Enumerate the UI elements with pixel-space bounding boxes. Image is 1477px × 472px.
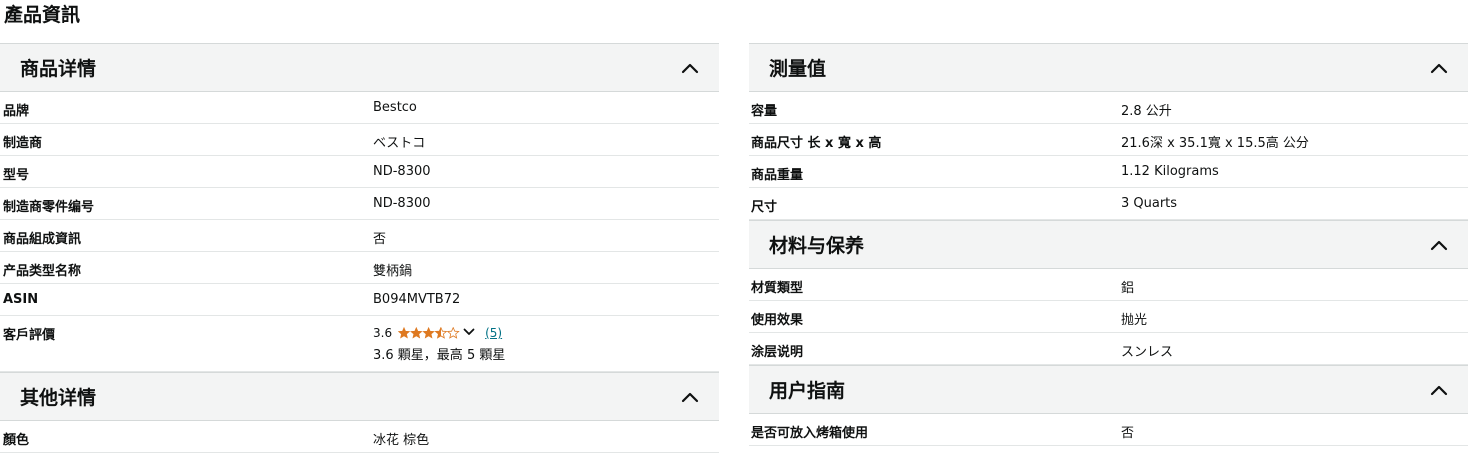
- row-label: ASIN: [3, 292, 39, 307]
- table-row: 制造商 ベストコ: [0, 124, 719, 156]
- table-row: 产品类型名称 雙柄鍋: [0, 252, 719, 284]
- table-row: 商品尺寸 长 x 寬 x 高 21.6深 x 35.1寬 x 15.5高 公分: [749, 124, 1468, 156]
- row-value: 1.12 Kilograms: [1121, 164, 1219, 179]
- product-details-section: 商品详情 品牌 Bestco 制造商 ベストコ 型号 ND-8300 制造商零件…: [0, 43, 719, 372]
- rating-value-cell: 3.6 (5) 3.6 顆星，最高 5 顆星: [372, 316, 505, 371]
- right-column: 測量值 容量 2.8 公升 商品尺寸 长 x 寬 x 高 21.6深 x 35.…: [749, 43, 1468, 446]
- materials-section: 材料与保养 材質類型 鋁 使用效果 抛光 涂层说明 スンレス: [749, 220, 1468, 365]
- rating-subtext: 3.6 顆星，最高 5 顆星: [373, 348, 506, 363]
- row-label: 品牌: [3, 104, 30, 119]
- rating-row: 客戶評價 3.6 (5) 3.6 顆星，最高 5 顆星: [0, 316, 719, 372]
- row-label: 商品重量: [751, 168, 804, 183]
- row-value: 雙柄鍋: [373, 264, 413, 279]
- row-value: ベストコ: [373, 136, 426, 151]
- measurements-header[interactable]: 測量值: [749, 44, 1468, 92]
- section-title: 材料与保养: [769, 235, 865, 257]
- row-value: B094MVTB72: [373, 292, 461, 307]
- rating-number: 3.6: [373, 326, 393, 340]
- table-row: 涂层说明 スンレス: [749, 333, 1468, 365]
- row-label: 型号: [3, 168, 30, 183]
- row-value: スンレス: [1121, 345, 1174, 360]
- materials-header[interactable]: 材料与保养: [749, 221, 1468, 269]
- chevron-up-icon: [1429, 235, 1449, 255]
- row-value: ND-8300: [373, 164, 431, 179]
- row-label: 容量: [751, 104, 778, 119]
- chevron-up-icon: [1429, 380, 1449, 400]
- row-value: 鋁: [1121, 281, 1135, 296]
- table-row: 使用效果 抛光: [749, 301, 1468, 333]
- row-label: 商品尺寸 长 x 寬 x 高: [751, 136, 882, 151]
- table-row: ASIN B094MVTB72: [0, 284, 719, 316]
- row-value: 否: [1121, 426, 1135, 441]
- row-label: 尺寸: [751, 200, 778, 215]
- table-row: 顏色 冰花 棕色: [0, 421, 719, 453]
- row-label: 是否可放入烤箱使用: [751, 426, 869, 441]
- row-label: 商品組成資訊: [3, 232, 82, 247]
- row-label: 制造商零件编号: [3, 200, 95, 215]
- row-label: 制造商: [3, 136, 43, 151]
- row-value: 21.6深 x 35.1寬 x 15.5高 公分: [1121, 136, 1309, 151]
- section-title: 商品详情: [20, 58, 97, 80]
- row-value: 抛光: [1121, 313, 1148, 328]
- row-value: ND-8300: [373, 196, 431, 211]
- table-row: 制造商零件编号 ND-8300: [0, 188, 719, 220]
- row-value: 否: [373, 232, 387, 247]
- rating-line: 3.6 (5): [373, 326, 505, 340]
- row-label: 客戶評價: [3, 328, 56, 343]
- table-row: 材質類型 鋁: [749, 269, 1468, 301]
- row-value: 3 Quarts: [1121, 196, 1178, 211]
- chevron-up-icon: [680, 58, 700, 78]
- row-label: 材質類型: [751, 281, 804, 296]
- left-column: 商品详情 品牌 Bestco 制造商 ベストコ 型号 ND-8300 制造商零件…: [0, 43, 719, 453]
- product-details-header[interactable]: 商品详情: [0, 44, 719, 92]
- table-row: 品牌 Bestco: [0, 92, 719, 124]
- table-row: 型号 ND-8300: [0, 156, 719, 188]
- other-details-header[interactable]: 其他详情: [0, 373, 719, 421]
- row-label: 涂层说明: [751, 345, 804, 360]
- row-label: 产品类型名称: [3, 264, 82, 279]
- table-row: 尺寸 3 Quarts: [749, 188, 1468, 220]
- page-title: 產品資訊: [4, 4, 81, 26]
- table-row: 商品組成資訊 否: [0, 220, 719, 252]
- row-value: 2.8 公升: [1121, 104, 1172, 119]
- row-value: 冰花 棕色: [373, 433, 430, 448]
- chevron-up-icon: [1429, 58, 1449, 78]
- section-title: 測量值: [769, 58, 827, 80]
- table-row: 容量 2.8 公升: [749, 92, 1468, 124]
- stars-icon: [398, 327, 460, 339]
- star-rating[interactable]: [398, 327, 460, 339]
- row-label: 使用效果: [751, 313, 804, 328]
- section-title: 其他详情: [20, 387, 97, 409]
- section-title: 用户指南: [769, 380, 846, 402]
- row-value: Bestco: [373, 100, 417, 115]
- other-details-section: 其他详情 顏色 冰花 棕色: [0, 372, 719, 453]
- chevron-down-icon[interactable]: [463, 326, 475, 340]
- row-label: 顏色: [3, 433, 30, 448]
- measurements-section: 測量值 容量 2.8 公升 商品尺寸 长 x 寬 x 高 21.6深 x 35.…: [749, 43, 1468, 220]
- user-guide-header[interactable]: 用户指南: [749, 366, 1468, 414]
- table-row: 商品重量 1.12 Kilograms: [749, 156, 1468, 188]
- user-guide-section: 用户指南 是否可放入烤箱使用 否: [749, 365, 1468, 446]
- table-row: 是否可放入烤箱使用 否: [749, 414, 1468, 446]
- chevron-up-icon: [680, 387, 700, 407]
- rating-count-link[interactable]: (5): [485, 326, 502, 340]
